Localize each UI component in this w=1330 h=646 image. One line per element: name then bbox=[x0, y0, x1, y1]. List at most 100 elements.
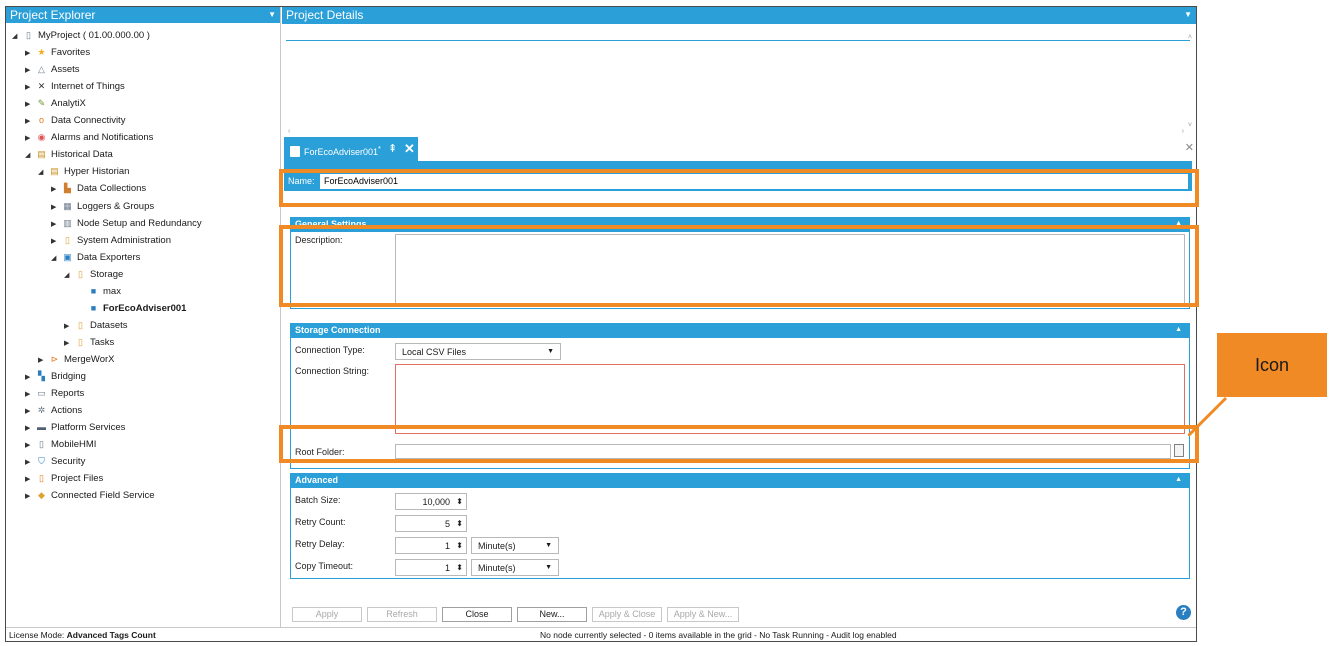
scroll-left-icon[interactable]: ‹ bbox=[288, 128, 290, 135]
collapse-icon[interactable]: ▲ bbox=[1175, 473, 1182, 487]
retry-delay-stepper[interactable]: 1 ⬍ bbox=[395, 537, 467, 554]
description-input[interactable] bbox=[395, 234, 1185, 304]
expand-arrow-icon[interactable]: ▶ bbox=[25, 130, 35, 147]
tree-item-alarms-and-notifications[interactable]: ▶ ◉ Alarms and Notifications bbox=[25, 129, 153, 146]
expand-arrow-icon[interactable]: ▶ bbox=[25, 454, 35, 471]
close-button[interactable]: Close bbox=[442, 607, 512, 622]
expand-arrow-icon[interactable]: ▶ bbox=[38, 352, 48, 369]
copy-timeout-unit-select[interactable]: Minute(s) ▼ bbox=[471, 559, 559, 576]
copy-timeout-stepper[interactable]: 1 ⬍ bbox=[395, 559, 467, 576]
tree-item-security[interactable]: ▶ ⛉ Security bbox=[25, 453, 85, 470]
tree-item-actions[interactable]: ▶ ✲ Actions bbox=[25, 402, 82, 419]
retry-count-label: Retry Count: bbox=[295, 517, 346, 527]
tree-item-mobilehmi[interactable]: ▶ ▯ MobileHMI bbox=[25, 436, 96, 453]
name-input[interactable]: ForEcoAdviser001 bbox=[320, 174, 1188, 189]
spinner-icon[interactable]: ⬍ bbox=[456, 516, 463, 532]
tree-item-bridging[interactable]: ▶ ▚ Bridging bbox=[25, 368, 86, 385]
retry-delay-unit-value: Minute(s) bbox=[478, 541, 516, 551]
expand-arrow-icon[interactable]: ▶ bbox=[25, 79, 35, 96]
expand-arrow-icon[interactable]: ▶ bbox=[64, 335, 74, 352]
collapse-icon[interactable]: ▲ bbox=[1175, 217, 1182, 231]
apply-new-button[interactable]: Apply & New... bbox=[667, 607, 739, 622]
apply-close-button[interactable]: Apply & Close bbox=[592, 607, 662, 622]
collapse-arrow-icon[interactable]: ◢ bbox=[64, 267, 74, 284]
expand-arrow-icon[interactable]: ▶ bbox=[25, 369, 35, 386]
tree-item-storage[interactable]: ◢ ▯ Storage bbox=[64, 266, 123, 283]
expand-arrow-icon[interactable]: ▶ bbox=[25, 488, 35, 505]
panel-menu-icon[interactable]: ▼ bbox=[268, 7, 276, 23]
retry-count-stepper[interactable]: 5 ⬍ bbox=[395, 515, 467, 532]
license-mode-value: Advanced Tags Count bbox=[66, 630, 156, 640]
tree-item-assets[interactable]: ▶ △ Assets bbox=[25, 61, 80, 78]
general-settings-header[interactable]: General Settings ▲ bbox=[290, 217, 1190, 231]
tree-item-data-exporters[interactable]: ◢ ▣ Data Exporters bbox=[51, 249, 140, 266]
expand-arrow-icon[interactable]: ▶ bbox=[51, 199, 61, 216]
tree-item-project-files[interactable]: ▶ ▯ Project Files bbox=[25, 470, 103, 487]
storage-connection-header[interactable]: Storage Connection ▲ bbox=[290, 323, 1190, 337]
tree-item-tasks[interactable]: ▶ ▯ Tasks bbox=[64, 334, 114, 351]
expand-arrow-icon[interactable]: ▶ bbox=[51, 216, 61, 233]
root-folder-input[interactable] bbox=[395, 444, 1171, 459]
advanced-header[interactable]: Advanced ▲ bbox=[290, 473, 1190, 487]
expand-arrow-icon[interactable]: ▶ bbox=[51, 181, 61, 198]
expand-arrow-icon[interactable]: ▶ bbox=[25, 403, 35, 420]
batch-size-stepper[interactable]: 10,000 ⬍ bbox=[395, 493, 467, 510]
tree-item-forecoadviser001[interactable]: ■ ForEcoAdviser001 bbox=[77, 300, 187, 317]
tree-item-historical-data[interactable]: ◢ ▤ Historical Data bbox=[25, 146, 113, 163]
collapse-icon[interactable]: ▲ bbox=[1175, 323, 1182, 337]
panel-menu-icon[interactable]: ▼ bbox=[1184, 7, 1192, 23]
tree-item-data-connectivity[interactable]: ▶ o Data Connectivity bbox=[25, 112, 125, 129]
tree-item-favorites[interactable]: ▶ ★ Favorites bbox=[25, 44, 90, 61]
expand-arrow-icon[interactable]: ▶ bbox=[25, 437, 35, 454]
pin-icon[interactable]: ⇞ bbox=[388, 137, 397, 161]
expand-arrow-icon[interactable]: ▶ bbox=[25, 113, 35, 130]
expand-arrow-icon[interactable]: ▶ bbox=[25, 62, 35, 79]
tree-item-label: MergeWorX bbox=[64, 353, 115, 365]
tree-item-hyper-historian[interactable]: ◢ ▤ Hyper Historian bbox=[38, 163, 129, 180]
expand-arrow-icon[interactable]: ▶ bbox=[64, 318, 74, 335]
collapse-arrow-icon[interactable]: ◢ bbox=[51, 250, 61, 267]
folder-browse-icon[interactable] bbox=[1174, 444, 1184, 457]
spinner-icon[interactable]: ⬍ bbox=[456, 494, 463, 510]
collapse-arrow-icon[interactable]: ◢ bbox=[12, 28, 22, 45]
spinner-icon[interactable]: ⬍ bbox=[456, 538, 463, 554]
new-button[interactable]: New... bbox=[517, 607, 587, 622]
spinner-icon[interactable]: ⬍ bbox=[456, 560, 463, 576]
tree-item-reports[interactable]: ▶ ▭ Reports bbox=[25, 385, 84, 402]
connection-type-select[interactable]: Local CSV Files ▼ bbox=[395, 343, 561, 360]
tree-item-data-collections[interactable]: ▶ ▙ Data Collections bbox=[51, 180, 146, 197]
scroll-right-icon[interactable]: › bbox=[1182, 128, 1184, 135]
tree-item-system-administration[interactable]: ▶ ▯ System Administration bbox=[51, 232, 171, 249]
retry-delay-unit-select[interactable]: Minute(s) ▼ bbox=[471, 537, 559, 554]
expand-arrow-icon[interactable]: ▶ bbox=[25, 386, 35, 403]
close-document-icon[interactable]: ✕ bbox=[1185, 141, 1194, 154]
connection-string-input[interactable] bbox=[395, 364, 1185, 434]
tree-item-loggers-groups[interactable]: ▶ ▦ Loggers & Groups bbox=[51, 198, 154, 215]
project-explorer-header: Project Explorer ▼ bbox=[6, 7, 280, 23]
tree-item-myproject-01-00-000-00[interactable]: ◢ ▯ MyProject ( 01.00.000.00 ) bbox=[12, 27, 150, 44]
refresh-button[interactable]: Refresh bbox=[367, 607, 437, 622]
close-tab-icon[interactable]: ✕ bbox=[404, 137, 415, 161]
tree-item-connected-field-service[interactable]: ▶ ◆ Connected Field Service bbox=[25, 487, 155, 504]
expand-arrow-icon[interactable]: ▶ bbox=[25, 420, 35, 437]
tree-item-datasets[interactable]: ▶ ▯ Datasets bbox=[64, 317, 128, 334]
expand-arrow-icon[interactable]: ▶ bbox=[25, 471, 35, 488]
tree-item-node-setup-and-redundancy[interactable]: ▶ ▥ Node Setup and Redundancy bbox=[51, 215, 202, 232]
collapse-arrow-icon[interactable]: ◢ bbox=[25, 147, 35, 164]
expand-arrow-icon[interactable]: ▶ bbox=[51, 233, 61, 250]
apply-button[interactable]: Apply bbox=[292, 607, 362, 622]
scroll-down-icon[interactable]: ˅ bbox=[1188, 122, 1192, 129]
scroll-up-icon[interactable]: ˄ bbox=[1188, 34, 1192, 41]
help-icon[interactable]: ? bbox=[1176, 605, 1191, 620]
document-tab[interactable]: ForEcoAdviser001* ⇞ ✕ bbox=[284, 137, 418, 161]
connection-type-value: Local CSV Files bbox=[402, 347, 467, 357]
expand-arrow-icon[interactable]: ▶ bbox=[25, 96, 35, 113]
tree-item-mergeworx[interactable]: ▶ ⊳ MergeWorX bbox=[38, 351, 115, 368]
tree-item-internet-of-things[interactable]: ▶ ✕ Internet of Things bbox=[25, 78, 125, 95]
collapse-arrow-icon[interactable]: ◢ bbox=[38, 164, 48, 181]
expand-arrow-icon[interactable]: ▶ bbox=[25, 45, 35, 62]
tree-item-max[interactable]: ■ max bbox=[77, 283, 121, 300]
tree-item-platform-services[interactable]: ▶ ▬ Platform Services bbox=[25, 419, 125, 436]
document-tab-label: ForEcoAdviser001 bbox=[304, 147, 379, 157]
tree-item-analytix[interactable]: ▶ ✎ AnalytiX bbox=[25, 95, 86, 112]
